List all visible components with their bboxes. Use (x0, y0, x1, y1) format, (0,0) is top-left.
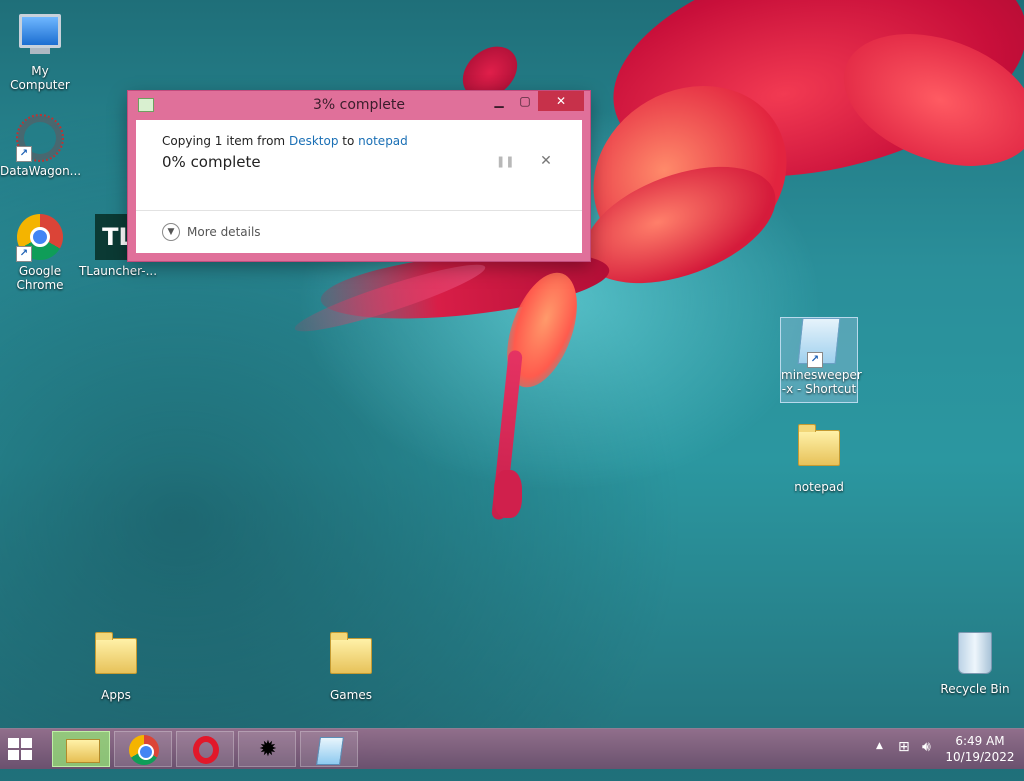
chevron-up-icon: ▲ (876, 741, 883, 751)
cancel-button[interactable]: ✕ (539, 154, 553, 168)
dialog-body: Copying 1 item from Desktop to notepad 0… (136, 120, 582, 253)
notepad-icon: ↗ (795, 318, 843, 368)
maximize-icon: ▢ (519, 94, 531, 108)
computer-icon (16, 14, 64, 62)
desktop-icon-label: notepad (794, 480, 844, 494)
desktop-icon-label: Apps (101, 688, 131, 702)
shortcut-arrow-icon: ↗ (807, 352, 823, 368)
shortcut-arrow-icon: ↗ (16, 246, 32, 262)
molecule-icon: ↗ (16, 114, 64, 162)
speaker-icon: 🔊︎ (922, 739, 931, 755)
desktop-icon-label: Games (330, 688, 372, 702)
network-button[interactable]: ⊞ (898, 739, 910, 779)
minimize-button[interactable]: ▁ (486, 91, 512, 111)
wallpaper-stem-tip (494, 470, 522, 518)
minesweeper-icon: ✹ (258, 737, 278, 762)
show-hidden-icons-button[interactable]: ▲ (876, 741, 883, 781)
minimize-icon: ▁ (494, 94, 504, 108)
file-explorer-icon (66, 739, 100, 763)
desktop-icon-notepad-folder[interactable]: notepad (779, 420, 859, 494)
windows-logo-pane (21, 738, 32, 748)
windows-logo-pane (21, 750, 32, 760)
maximize-button[interactable]: ▢ (512, 91, 538, 111)
more-details-label: More details (187, 225, 261, 239)
pause-button[interactable]: ❚❚ (496, 155, 514, 169)
taskbar: ✹ ▲ ⊞ 🔊︎ 6:49 AM 10/19/2022 (0, 728, 1024, 769)
chrome-icon: ↗ (16, 214, 64, 262)
dialog-titlebar[interactable]: 3% complete ▁ ▢ ✕ (128, 91, 590, 120)
copy-description: Copying 1 item from Desktop to notepad (162, 134, 408, 148)
shortcut-arrow-icon: ↗ (16, 146, 32, 162)
windows-logo-pane (8, 750, 19, 760)
pause-icon: ❚❚ (496, 155, 515, 168)
taskbar-notepad[interactable] (300, 731, 358, 767)
close-button[interactable]: ✕ (538, 91, 584, 111)
start-button[interactable] (8, 738, 32, 760)
folder-icon (795, 424, 843, 478)
desktop-icon-label: DataWagon... (0, 164, 82, 178)
desktop-icon-minesweeper-shortcut[interactable]: ↗ minesweeper -x - Shortcut (780, 317, 862, 403)
chevron-down-icon: ▼ (162, 223, 180, 241)
desktop-icon-games-folder[interactable]: Games (311, 628, 391, 702)
desktop-icon-label: Recycle Bin (940, 682, 1010, 696)
clock-time: 6:49 AM (955, 734, 1005, 748)
folder-icon (327, 632, 375, 686)
notepad-icon (316, 737, 344, 765)
desktop-icon-label: TLauncher-... (78, 264, 158, 278)
copy-to-word: to (342, 134, 355, 148)
desktop-icon-datawagon[interactable]: ↗ DataWagon... (0, 114, 82, 178)
desktop-icon-label: Google Chrome (16, 264, 64, 292)
folder-icon (92, 632, 140, 686)
copy-progress-dialog[interactable]: 3% complete ▁ ▢ ✕ Copying 1 item from De… (128, 91, 590, 261)
taskbar-minesweeper[interactable]: ✹ (238, 731, 296, 767)
desktop-icon-recycle-bin[interactable]: Recycle Bin (935, 628, 1015, 696)
network-icon: ⊞ (898, 739, 910, 755)
opera-icon (193, 736, 219, 764)
volume-button[interactable]: 🔊︎ (922, 739, 931, 779)
desktop-icon-label: minesweeper -x - Shortcut (781, 368, 862, 396)
copy-prefix: Copying 1 item from (162, 134, 286, 148)
divider (136, 210, 582, 211)
clock-date: 10/19/2022 (945, 750, 1015, 764)
desktop-icon-apps-folder[interactable]: Apps (76, 628, 156, 702)
close-icon: ✕ (555, 94, 567, 108)
desktop-icon-label: My Computer (10, 64, 70, 92)
recycle-bin-icon (951, 632, 999, 680)
cancel-icon: ✕ (540, 153, 552, 169)
taskbar-file-explorer[interactable] (52, 731, 110, 767)
destination-link[interactable]: notepad (358, 134, 408, 148)
windows-logo-icon (8, 738, 19, 748)
taskbar-opera[interactable] (176, 731, 234, 767)
more-details-button[interactable]: ▼ More details (162, 223, 261, 241)
desktop-icon-google-chrome[interactable]: ↗ Google Chrome (0, 214, 80, 292)
taskbar-clock[interactable]: 6:49 AM 10/19/2022 (944, 733, 1016, 765)
taskbar-chrome[interactable] (114, 731, 172, 767)
source-link[interactable]: Desktop (289, 134, 339, 148)
chrome-icon (129, 735, 159, 765)
desktop-icon-my-computer[interactable]: My Computer (0, 8, 80, 92)
percent-complete: 0% complete (162, 153, 261, 171)
